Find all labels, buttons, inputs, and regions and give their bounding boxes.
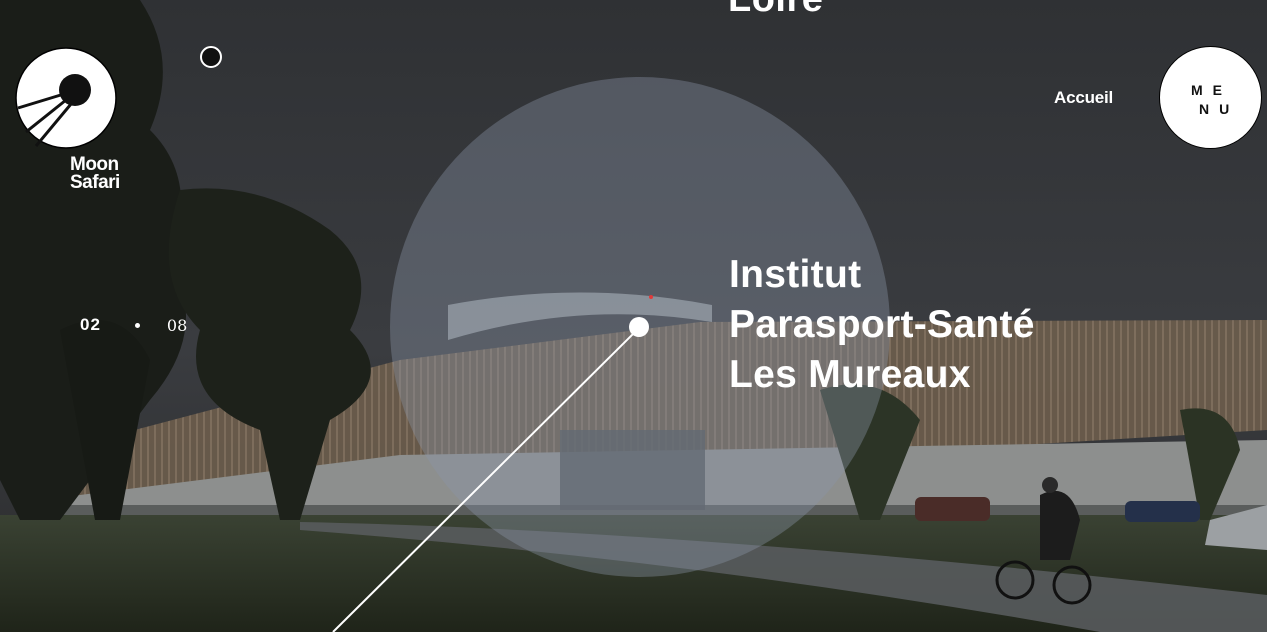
slide-total: 08 (166, 315, 188, 335)
slide-counter: 02 08 (80, 315, 187, 335)
sputnik-satellite-logo-icon (15, 47, 117, 149)
nav-home-link[interactable]: Accueil (1054, 88, 1113, 108)
menu-label-line2: NU (1199, 101, 1240, 117)
menu-label-line1: ME (1191, 82, 1232, 98)
project-title-line1: Institut (729, 253, 862, 296)
project-title[interactable]: Institut Parasport-Santé Les Mureaux (729, 250, 1035, 400)
brand-name-line2: Safari (70, 172, 120, 193)
moon-safari-logo[interactable] (14, 46, 118, 150)
slide-current: 02 (80, 315, 101, 334)
project-title-line3: Les Mureaux (729, 353, 971, 396)
project-title-line2: Parasport-Santé (729, 303, 1035, 346)
brand-name[interactable]: Moon Safari (70, 155, 120, 193)
menu-button[interactable]: ME NU (1159, 46, 1262, 149)
cursor-circle-icon (200, 46, 222, 68)
counter-separator-dot (134, 322, 140, 328)
previous-project-title[interactable]: Loire (728, 0, 823, 21)
